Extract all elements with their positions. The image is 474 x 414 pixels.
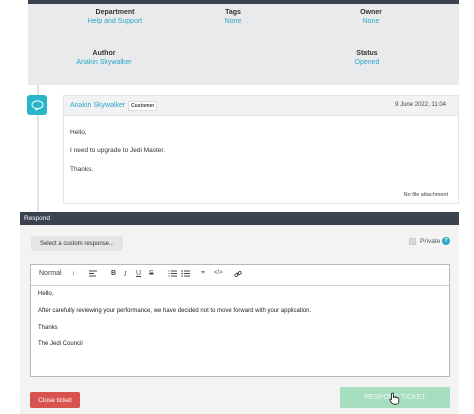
author-field: Author Anakin Skywalker (44, 50, 164, 66)
message-date: 9 June 2022, 11:04 (395, 102, 446, 108)
italic-icon[interactable]: I (124, 270, 126, 278)
department-field: Department Help and Support (55, 9, 175, 25)
private-checkbox[interactable] (409, 238, 416, 245)
format-select[interactable]: Normal ↕ (39, 270, 75, 277)
chat-bubble-icon (27, 95, 47, 115)
editor-toolbar: Normal ↕ B I U S ” </> (31, 265, 449, 286)
editor-text-line: After carefully reviewing your performan… (38, 308, 312, 314)
message-line: Hello, (70, 129, 87, 136)
message-line: Thanks. (70, 166, 94, 173)
message-header: Anakin Skywalker Customer 9 June 2022, 1… (63, 95, 459, 115)
underline-icon[interactable]: U (136, 270, 141, 277)
message-body: Hello, I need to upgrade to Jedi Master.… (63, 115, 459, 204)
format-select-value: Normal (39, 270, 62, 277)
owner-field: Owner None (311, 9, 431, 25)
link-icon[interactable] (234, 270, 242, 278)
code-icon[interactable]: </> (214, 270, 223, 276)
tags-label: Tags (225, 9, 241, 16)
owner-label: Owner (360, 9, 382, 16)
updown-chevron-icon: ↕ (71, 270, 75, 277)
department-label: Department (95, 9, 135, 16)
author-label: Author (92, 50, 116, 57)
editor-text-line: Hello, (38, 291, 54, 297)
status-label: Status (356, 50, 378, 57)
bullet-list-icon[interactable] (181, 270, 190, 277)
hand-cursor-icon (389, 392, 400, 407)
strikethrough-icon[interactable]: S (149, 270, 154, 277)
owner-value[interactable]: None (311, 18, 431, 25)
quote-icon[interactable]: ” (201, 270, 205, 279)
respond-header: Respond (20, 212, 459, 225)
editor-text-line: The Jedi Council (38, 341, 83, 347)
custom-response-select[interactable]: Select a custom response... (31, 236, 123, 251)
ordered-list-icon[interactable] (168, 270, 177, 277)
status-value[interactable]: Opened (307, 59, 427, 66)
editor-text-line: Thanks (38, 325, 58, 331)
author-value[interactable]: Anakin Skywalker (44, 59, 164, 66)
customer-badge: Customer (128, 101, 158, 111)
department-value[interactable]: Help and Support (55, 18, 175, 25)
tags-value[interactable]: None (173, 18, 293, 25)
attachment-status: No file attachment (403, 192, 448, 198)
message-line: I need to upgrade to Jedi Master. (70, 147, 166, 154)
bold-icon[interactable]: B (111, 270, 116, 277)
tags-field: Tags None (173, 9, 293, 25)
status-field: Status Opened (307, 50, 427, 66)
ticket-info-panel: Department Help and Support Tags None Ow… (28, 4, 459, 85)
align-left-icon[interactable] (89, 270, 97, 277)
help-icon[interactable]: ? (442, 237, 450, 245)
private-label: Private (420, 238, 441, 245)
response-editor[interactable]: Normal ↕ B I U S ” </> Hello, After care… (30, 264, 450, 377)
message-author-link[interactable]: Anakin Skywalker (70, 102, 125, 109)
close-ticket-button[interactable]: Close ticket (30, 392, 80, 408)
